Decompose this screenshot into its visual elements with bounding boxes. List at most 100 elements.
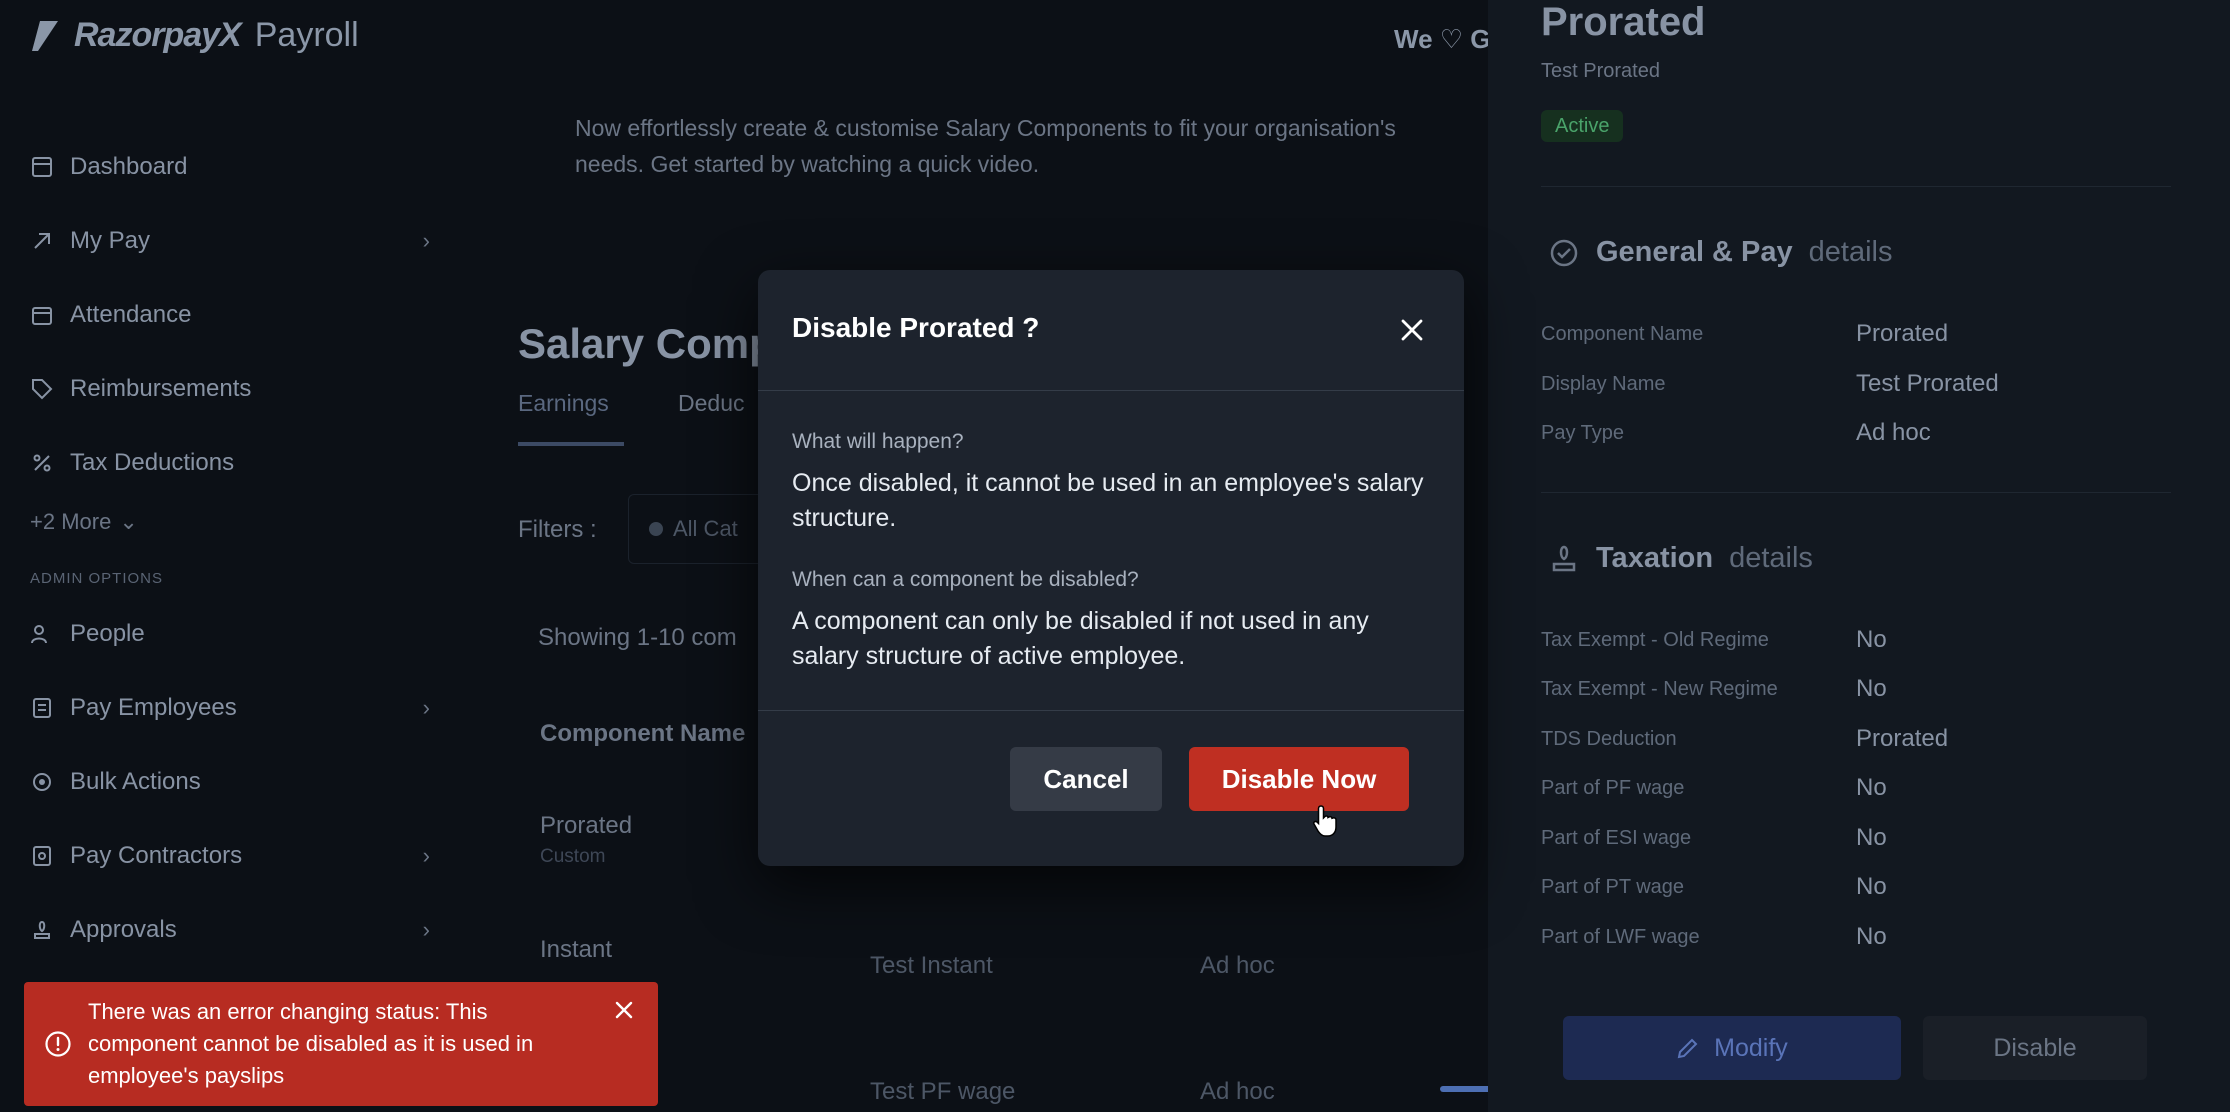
sidebar-item-label: Pay Contractors (70, 842, 243, 869)
tab-deductions[interactable]: Deduc (678, 390, 744, 417)
sidebar-item-bulk-actions[interactable]: Bulk Actions (30, 745, 430, 819)
info-banner: Now effortlessly create & customise Sala… (575, 110, 1475, 182)
bank-icon (1548, 543, 1580, 575)
love-banner: We ♡ G (1394, 24, 1491, 54)
app-logo[interactable]: RazorpayX Payroll (30, 16, 359, 55)
section-title: General & Pay (1596, 236, 1793, 268)
table-row-name[interactable]: Instant (540, 936, 612, 964)
pay-employees-icon (30, 696, 54, 720)
dialog-title: Disable Prorated ? (792, 312, 1040, 343)
pay-contractors-icon (30, 844, 54, 868)
sidebar-item-people[interactable]: People (30, 597, 430, 671)
bulk-actions-icon (30, 770, 54, 794)
sidebar-item-label: Tax Deductions (70, 449, 235, 476)
close-icon (615, 1001, 633, 1019)
close-icon (1401, 319, 1423, 341)
field-label: Part of ESI wage (1541, 827, 1692, 849)
table-row-display-name: Test PF wage (870, 1078, 1016, 1105)
answer-when-can-disable: A component can only be disabled if not … (792, 607, 1369, 670)
field-value: Ad hoc (1856, 419, 1931, 446)
divider (758, 390, 1464, 391)
sidebar-item-label: Reimbursements (70, 375, 252, 402)
drawer-subtitle: Test Prorated (1541, 60, 1660, 82)
chevron-down-icon: ⌄ (119, 509, 138, 534)
question-what-will-happen: What will happen? (792, 430, 964, 453)
answer-what-will-happen: Once disabled, it cannot be used in an e… (792, 469, 1424, 532)
error-icon (45, 1031, 71, 1057)
field-value: Prorated (1856, 320, 1949, 347)
field-value: No (1856, 626, 1887, 653)
field-label: Part of PT wage (1541, 876, 1685, 898)
sidebar-item-approvals[interactable]: Approvals › (30, 893, 430, 967)
taxation-section-heading: Taxation details (1548, 542, 1813, 575)
sidebar-item-label: People (70, 620, 145, 647)
field-label: Pay Type (1541, 422, 1625, 444)
divider (1541, 492, 2171, 493)
sidebar: Dashboard My Pay › Attendance Reimbursem… (30, 130, 430, 967)
disable-confirm-dialog: Disable Prorated ? What will happen? Onc… (758, 270, 1464, 866)
sidebar-item-label: Dashboard (70, 153, 188, 180)
divider (758, 710, 1464, 711)
pencil-icon (1677, 1038, 1698, 1059)
product-name: Payroll (254, 16, 359, 54)
approvals-icon (30, 918, 54, 942)
table-row-type: Custom (540, 846, 606, 867)
sidebar-item-label: Pay Employees (70, 694, 237, 721)
people-icon (30, 622, 54, 646)
sidebar-item-label: Bulk Actions (70, 768, 201, 795)
section-suffix: details (1808, 236, 1893, 268)
cancel-button[interactable]: Cancel (1010, 747, 1162, 811)
field-label: Part of PF wage (1541, 777, 1685, 799)
arrow-up-right-icon (30, 229, 54, 253)
calendar-icon (30, 303, 54, 327)
more-label: +2 More (30, 509, 112, 534)
table-row-name[interactable]: Prorated (540, 812, 632, 840)
razorpay-logo-icon (32, 20, 58, 51)
chevron-right-icon: › (422, 695, 430, 720)
sidebar-item-label: Approvals (70, 916, 177, 943)
sidebar-item-attendance[interactable]: Attendance (30, 278, 430, 352)
field-label: Component Name (1541, 323, 1704, 345)
radio-icon (649, 522, 663, 536)
admin-options-heading: ADMIN OPTIONS (30, 570, 164, 587)
field-value: Prorated (1856, 725, 1949, 752)
sidebar-item-dashboard[interactable]: Dashboard (30, 130, 430, 204)
sidebar-item-pay-employees[interactable]: Pay Employees › (30, 671, 430, 745)
page-title: Salary Comp (518, 320, 775, 367)
field-label: Tax Exempt - Old Regime (1541, 629, 1769, 651)
section-suffix: details (1729, 542, 1813, 574)
table-row-display-name: Test Instant (870, 952, 993, 979)
table-row-pay-type: Ad hoc (1200, 1078, 1275, 1105)
chevron-right-icon: › (422, 917, 430, 942)
disable-now-button[interactable]: Disable Now (1189, 747, 1409, 811)
toast-message: There was an error changing status: This… (88, 999, 534, 1088)
drawer-title: Prorated (1541, 0, 1706, 44)
more-menu-toggle[interactable]: +2 More ⌄ (30, 500, 430, 544)
tab-earnings[interactable]: Earnings (518, 390, 609, 417)
column-header-component-name: Component Name (540, 720, 746, 747)
sidebar-item-pay-contractors[interactable]: Pay Contractors › (30, 819, 430, 893)
field-label: Part of LWF wage (1541, 926, 1700, 948)
status-badge: Active (1541, 110, 1624, 142)
field-value: No (1856, 873, 1887, 900)
field-value: No (1856, 923, 1887, 950)
table-row-pay-type: Ad hoc (1200, 952, 1275, 979)
modify-button[interactable]: Modify (1563, 1016, 1901, 1080)
chevron-right-icon: › (422, 843, 430, 868)
close-toast-button[interactable] (610, 996, 638, 1024)
tag-icon (30, 377, 54, 401)
brand-name: RazorpayX (74, 16, 242, 54)
close-dialog-button[interactable] (1394, 312, 1430, 348)
sidebar-item-reimbursements[interactable]: Reimbursements (30, 352, 430, 426)
filters-label: Filters : (518, 516, 597, 543)
filter-chip-all-categories[interactable]: All Cat (628, 494, 778, 564)
divider (1541, 186, 2171, 187)
banner-line: Now effortlessly create & customise Sala… (575, 115, 1396, 141)
banner-line: needs. Get started by watching a quick v… (575, 151, 1040, 177)
sidebar-item-my-pay[interactable]: My Pay › (30, 204, 430, 278)
drawer-disable-button[interactable]: Disable (1923, 1016, 2147, 1080)
general-pay-section-heading: General & Pay details (1548, 236, 1892, 269)
sidebar-item-tax-deductions[interactable]: Tax Deductions (30, 426, 430, 500)
field-value: No (1856, 774, 1887, 801)
field-label: Display Name (1541, 373, 1666, 395)
